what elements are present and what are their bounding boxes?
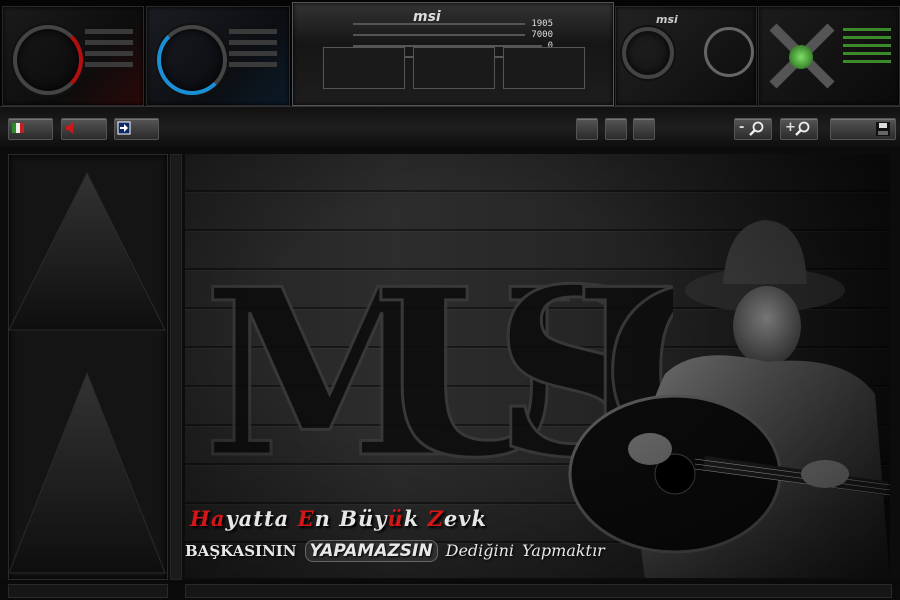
quote-fragment: atta <box>238 506 298 531</box>
quote-fragment: E <box>297 506 315 531</box>
quote-line-2: BAŞKASININ YAPAMAZSIN Dediğini Yapmaktır <box>185 540 605 562</box>
quote-word: Yapmaktır <box>522 541 605 560</box>
save-icon <box>876 122 890 136</box>
flag-icon <box>12 123 24 133</box>
quote-word: Dediğini <box>445 541 515 560</box>
gauge-dial <box>704 27 754 77</box>
zoom-out-icon <box>749 121 764 136</box>
quote-fragment: ü <box>387 506 404 531</box>
gauge-dial <box>622 27 674 79</box>
msi-logo: msi <box>656 13 678 26</box>
bottom-rail-right <box>185 584 892 598</box>
quote-fragment: k <box>403 506 428 531</box>
msi-stat-value: 7000 <box>531 30 553 40</box>
main-area: M U S I C <box>0 148 900 600</box>
zoom-out-button[interactable]: - <box>734 118 772 140</box>
quote-fragment: n Büy <box>314 506 388 531</box>
exit-icon <box>117 121 131 135</box>
toolbar-blank-button[interactable] <box>576 118 598 140</box>
quote-fragment: evk <box>443 506 488 531</box>
skin-thumbnail-blue[interactable] <box>146 6 290 106</box>
skin-thumbnail-red[interactable] <box>2 6 144 106</box>
zoom-out-label: - <box>739 120 745 135</box>
gauge-dial <box>157 25 227 95</box>
quote-fragment: Z <box>427 506 444 531</box>
exit-button[interactable] <box>114 118 159 140</box>
stat-bars <box>85 29 133 73</box>
msi-stat-value: 1905 <box>531 19 553 29</box>
flag-button[interactable] <box>8 118 53 140</box>
bottom-strip <box>0 580 900 600</box>
skin-thumbnail-green[interactable] <box>758 6 900 106</box>
sound-button[interactable] <box>61 118 107 140</box>
panel-divider[interactable] <box>170 154 182 580</box>
toolbar-blank-button[interactable] <box>605 118 627 140</box>
quote-line-1: Hayatta En Büyük Zevk <box>190 506 487 531</box>
quote-fragment: Ha <box>190 506 226 531</box>
scroll-up-arrow[interactable] <box>9 171 166 331</box>
zoom-in-icon <box>795 121 810 136</box>
scroll-down-arrow[interactable] <box>9 371 166 574</box>
speaker-icon <box>66 122 73 134</box>
scroll-panel <box>8 154 168 580</box>
quote-word: YAPAMAZSIN <box>304 540 438 562</box>
quote-word: BAŞKASININ <box>185 542 297 560</box>
skin-thumbnail-strip: msi 1905 7000 0 60 msi <box>0 0 900 106</box>
toolbar: - + <box>0 106 900 244</box>
music-wallpaper: M U S I C <box>185 154 890 578</box>
msi-panel <box>323 47 405 89</box>
gauge-dial <box>13 25 83 95</box>
bottom-rail-left <box>8 584 168 598</box>
scroll-arrows <box>9 171 166 574</box>
save-button[interactable] <box>830 118 896 140</box>
msi-panel <box>503 47 585 89</box>
green-list <box>843 23 891 68</box>
zoom-in-button[interactable]: + <box>780 118 818 140</box>
quote-fragment: y <box>225 506 239 531</box>
skin-thumbnail-msi[interactable]: msi 1905 7000 0 60 <box>292 2 614 106</box>
toolbar-blank-button[interactable] <box>633 118 655 140</box>
skin-thumbnail-msi-dual[interactable]: msi <box>615 6 757 106</box>
green-core <box>789 45 813 69</box>
stat-bars <box>229 29 277 73</box>
msi-panel <box>413 47 495 89</box>
